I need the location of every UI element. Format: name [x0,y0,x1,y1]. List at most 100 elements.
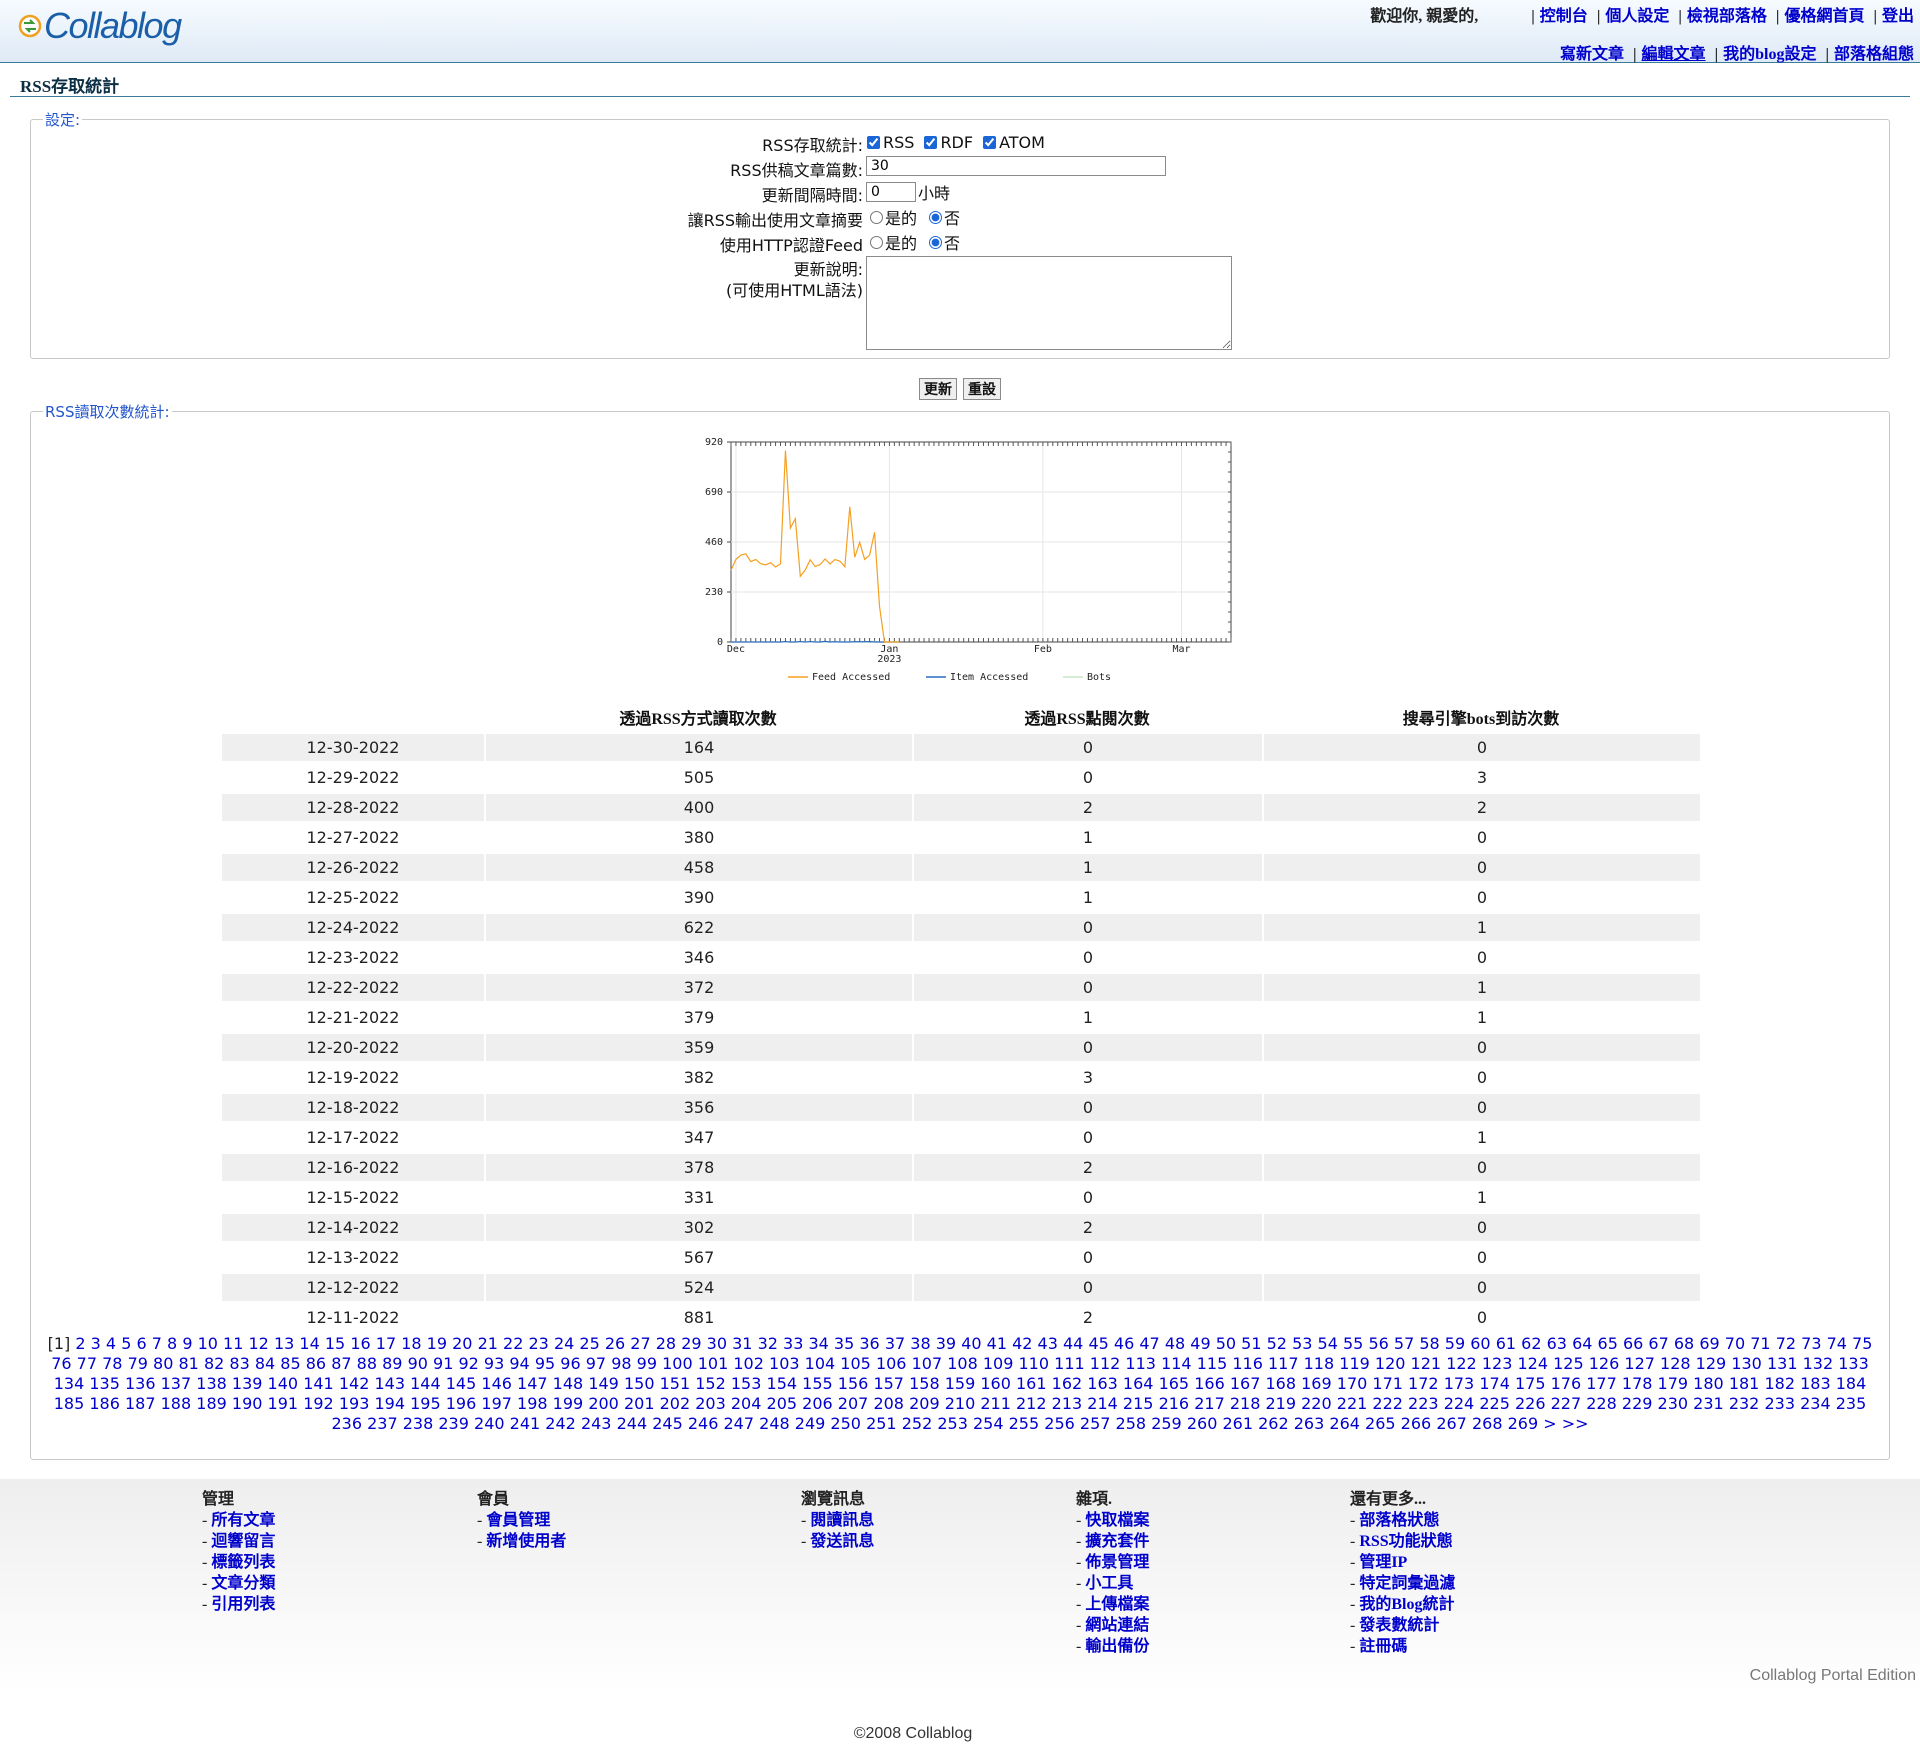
page-link[interactable]: 43 [1038,1334,1058,1353]
logout-link[interactable]: 登出 [1882,8,1914,25]
page-link[interactable]: 170 [1337,1374,1368,1393]
page-link[interactable]: 241 [510,1414,541,1433]
footer-link[interactable]: 擴充套件 [1085,1533,1149,1550]
page-link[interactable]: 224 [1444,1394,1475,1413]
page-link[interactable]: 190 [232,1394,263,1413]
page-link[interactable]: 263 [1294,1414,1325,1433]
page-link[interactable]: 154 [767,1374,798,1393]
page-link[interactable]: 223 [1408,1394,1439,1413]
page-link[interactable]: 250 [830,1414,861,1433]
logo[interactable]: Collablog [18,4,182,48]
page-link[interactable]: 140 [268,1374,299,1393]
page-link[interactable]: 171 [1372,1374,1403,1393]
page-link[interactable]: 59 [1445,1334,1465,1353]
page-link[interactable]: 211 [980,1394,1011,1413]
http-auth-no-radio[interactable] [929,235,943,249]
page-link[interactable]: 160 [980,1374,1011,1393]
page-link[interactable]: 142 [339,1374,370,1393]
rdf-checkbox[interactable] [924,135,938,149]
page-link[interactable]: 203 [695,1394,726,1413]
page-link[interactable]: 212 [1016,1394,1047,1413]
page-link[interactable]: 64 [1572,1334,1592,1353]
page-link[interactable]: 7 [152,1334,162,1353]
footer-link[interactable]: 迴響留言 [211,1533,275,1550]
page-link[interactable]: 15 [325,1334,345,1353]
page-link[interactable]: 114 [1161,1354,1192,1373]
footer-link[interactable]: 快取檔案 [1085,1512,1149,1529]
page-link[interactable]: 107 [912,1354,943,1373]
page-link[interactable]: 219 [1265,1394,1296,1413]
page-link[interactable]: 144 [410,1374,441,1393]
page-link[interactable]: 108 [947,1354,978,1373]
page-link[interactable]: 95 [535,1354,555,1373]
page-link[interactable]: 113 [1125,1354,1156,1373]
footer-link[interactable]: 上傳檔案 [1085,1596,1149,1613]
page-link[interactable]: 40 [961,1334,981,1353]
page-link[interactable]: 182 [1764,1374,1795,1393]
page-link[interactable]: 152 [695,1374,726,1393]
interval-input[interactable] [866,182,916,202]
page-link[interactable]: 110 [1019,1354,1050,1373]
page-link[interactable]: 20 [452,1334,472,1353]
page-link[interactable]: 164 [1123,1374,1154,1393]
edit-posts-link[interactable]: 編輯文章 [1642,46,1706,63]
portal-home-link[interactable]: 優格網首頁 [1784,8,1864,25]
page-link[interactable]: 240 [474,1414,505,1433]
page-link[interactable]: 130 [1731,1354,1762,1373]
page-link[interactable]: 69 [1699,1334,1719,1353]
page-link[interactable]: 32 [758,1334,778,1353]
page-link[interactable]: 163 [1087,1374,1118,1393]
footer-link[interactable]: 佈景管理 [1085,1554,1149,1571]
page-link[interactable]: 10 [198,1334,218,1353]
page-link[interactable]: 197 [481,1394,512,1413]
page-link[interactable]: 61 [1496,1334,1516,1353]
page-link[interactable]: 143 [374,1374,405,1393]
page-link[interactable]: 55 [1343,1334,1363,1353]
page-link[interactable]: 137 [161,1374,192,1393]
page-link[interactable]: 188 [161,1394,192,1413]
page-link[interactable]: 73 [1801,1334,1821,1353]
page-link[interactable]: 78 [102,1354,122,1373]
page-link[interactable]: 84 [255,1354,275,1373]
page-link[interactable]: 120 [1375,1354,1406,1373]
page-link[interactable]: 2 [75,1334,85,1353]
page-link[interactable]: 266 [1401,1414,1432,1433]
page-link[interactable]: 85 [280,1354,300,1373]
page-link[interactable]: 254 [973,1414,1004,1433]
page-link[interactable]: 235 [1836,1394,1867,1413]
reset-button[interactable]: 重設 [963,378,1001,400]
page-link[interactable]: 127 [1624,1354,1655,1373]
page-link[interactable]: 63 [1547,1334,1567,1353]
article-count-input[interactable] [866,156,1166,176]
page-link[interactable]: 186 [89,1394,120,1413]
page-link[interactable]: 118 [1304,1354,1335,1373]
page-link[interactable]: 206 [802,1394,833,1413]
footer-link[interactable]: 我的Blog統計 [1359,1596,1454,1613]
page-link[interactable]: 243 [581,1414,612,1433]
page-link[interactable]: 70 [1725,1334,1745,1353]
page-link[interactable]: 33 [783,1334,803,1353]
page-link[interactable]: 79 [128,1354,148,1373]
last-page-link[interactable]: >> [1562,1414,1589,1433]
page-link[interactable]: 115 [1197,1354,1228,1373]
page-link[interactable]: 257 [1080,1414,1111,1433]
page-link[interactable]: 60 [1470,1334,1490,1353]
page-link[interactable]: 42 [1012,1334,1032,1353]
page-link[interactable]: 207 [838,1394,869,1413]
page-link[interactable]: 125 [1553,1354,1584,1373]
page-link[interactable]: 11 [223,1334,243,1353]
page-link[interactable]: 72 [1776,1334,1796,1353]
page-link[interactable]: 261 [1222,1414,1253,1433]
page-link[interactable]: 233 [1764,1394,1795,1413]
page-link[interactable]: 239 [438,1414,469,1433]
page-link[interactable]: 252 [902,1414,933,1433]
page-link[interactable]: 3 [91,1334,101,1353]
page-link[interactable]: 145 [446,1374,477,1393]
page-link[interactable]: 5 [121,1334,131,1353]
page-link[interactable]: 214 [1087,1394,1118,1413]
page-link[interactable]: 230 [1658,1394,1689,1413]
page-link[interactable]: 53 [1292,1334,1312,1353]
page-link[interactable]: 91 [433,1354,453,1373]
page-link[interactable]: 75 [1852,1334,1872,1353]
page-link[interactable]: 96 [560,1354,580,1373]
